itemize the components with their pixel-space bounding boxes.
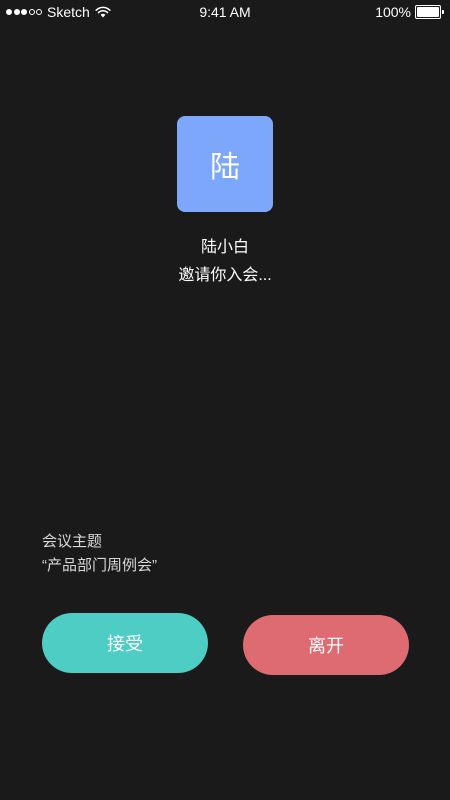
battery-percent: 100% <box>375 4 411 20</box>
meeting-topic-value: “产品部门周例会” <box>42 557 157 574</box>
battery-body <box>415 5 441 19</box>
caller-avatar: 陆 <box>177 116 273 212</box>
battery-fill <box>417 7 439 17</box>
caller-name: 陆小白 <box>200 239 249 256</box>
accept-button[interactable]: 接受 <box>42 613 208 673</box>
meeting-topic-label: 会议主题 <box>42 533 103 550</box>
status-right: 100% <box>375 4 444 20</box>
battery-tip <box>442 10 444 14</box>
status-bar: Sketch 9:41 AM 100% <box>0 0 450 24</box>
leave-button[interactable]: 离开 <box>243 615 409 675</box>
invite-message: 邀请你入会... <box>178 267 272 284</box>
battery-icon <box>415 5 444 19</box>
incoming-meeting-screen: Sketch 9:41 AM 100% 陆 陆小白 邀请你入会... 会议主题 … <box>0 0 450 800</box>
